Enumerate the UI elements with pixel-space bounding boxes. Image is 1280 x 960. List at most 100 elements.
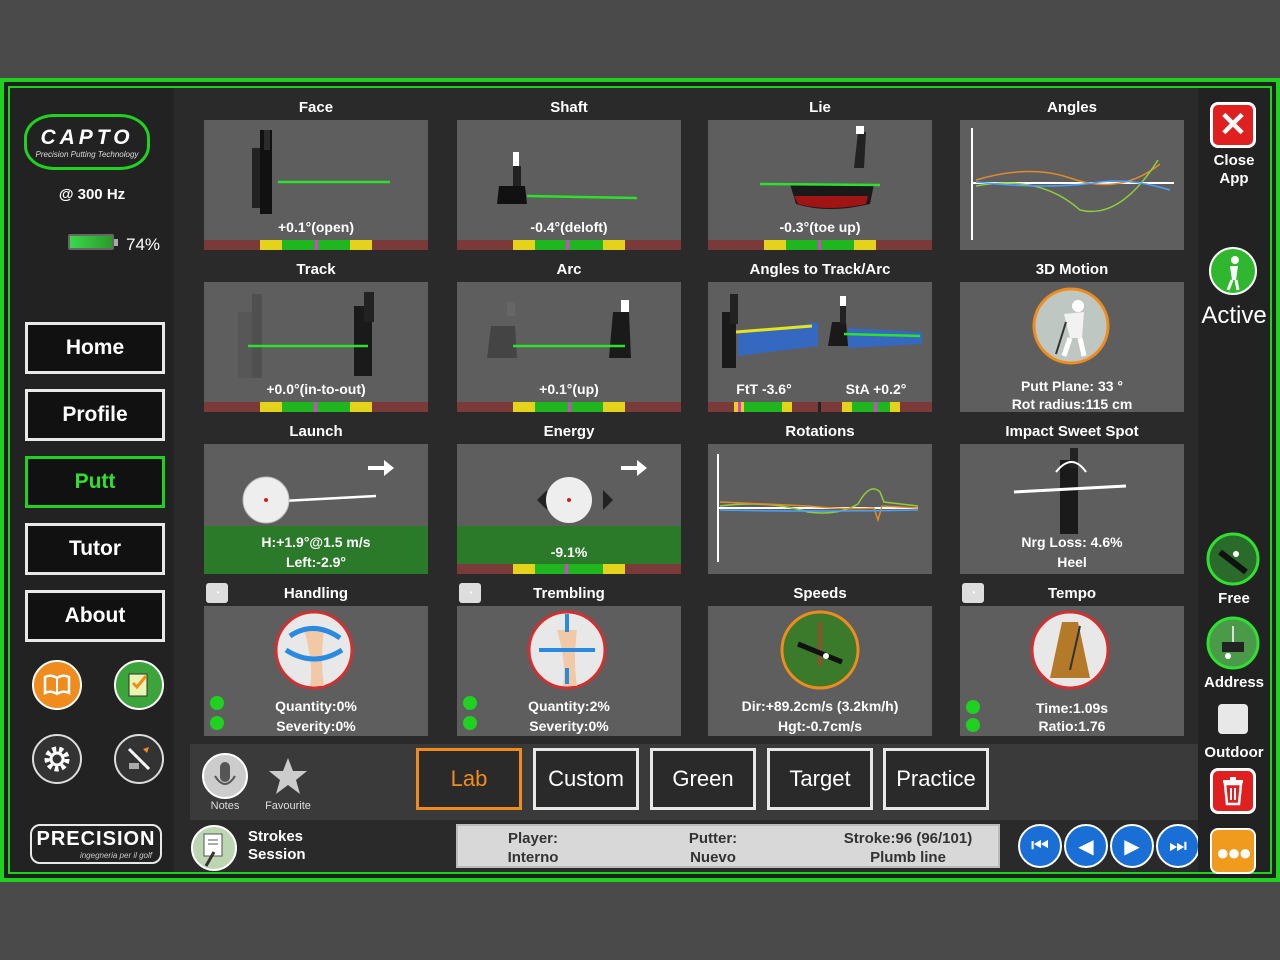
tempo-time: Time:1.09s (1035, 700, 1109, 716)
panel-title: Shaft (457, 94, 681, 120)
putter-value: Nuevo (690, 849, 736, 866)
brand-name: PRECISION (36, 828, 156, 850)
calibration-tool-icon[interactable] (114, 734, 164, 784)
nav-profile-button[interactable]: Profile (25, 389, 165, 441)
trembling-hands-icon (527, 610, 607, 690)
stroke-info: Stroke:96 (96/101) Plumb line (828, 829, 988, 867)
putt-plane-value: Putt Plane: 33 ° (1020, 378, 1124, 394)
nav-home-button[interactable]: Home (25, 322, 165, 374)
nav-about-button[interactable]: About (25, 590, 165, 642)
panel-body: Nrg Loss: 4.6% Heel (960, 444, 1184, 574)
trembling-quantity: Quantity:2% (528, 698, 610, 714)
gauge-icon[interactable]: ◔ (459, 583, 481, 603)
impact-location-value: Heel (1057, 554, 1087, 570)
stroke-type: Plumb line (870, 849, 946, 866)
tab-lab[interactable]: Lab (416, 748, 522, 810)
book-icon[interactable] (32, 660, 82, 710)
address-mode-icon[interactable] (1206, 616, 1260, 670)
gauge-icon[interactable]: ◔ (962, 583, 984, 603)
panel-angles-to-track-arc[interactable]: Angles to Track/Arc FtT -3.6° StA +0.2° (708, 256, 932, 412)
panel-track[interactable]: Track +0.0°(in-to-out) (204, 256, 428, 412)
favourite-button[interactable]: Favourite (264, 752, 312, 812)
panel-rotations[interactable]: Rotations (708, 418, 932, 574)
frequency-label: @ 300 Hz (58, 186, 126, 203)
panel-body (708, 444, 932, 574)
panel-body: -0.3°(toe up) (708, 120, 932, 250)
shaft-tolerance-bar (457, 240, 681, 250)
panel-body: Quantity:2% Severity:0% (457, 606, 681, 736)
panel-body: Putt Plane: 33 ° Rot radius:115 cm (960, 282, 1184, 412)
putter-info: Putter: Nuevo (658, 829, 768, 867)
face-value: +0.1°(open) (277, 219, 354, 235)
first-stroke-button[interactable]: ⏮ (1018, 824, 1062, 868)
nav-tutor-button[interactable]: Tutor (25, 523, 165, 575)
rotations-graph (717, 454, 919, 562)
strokes-session-icon[interactable] (190, 824, 238, 872)
outdoor-label: Outdoor (1204, 744, 1264, 761)
tab-green[interactable]: Green (650, 748, 756, 810)
address-label: Address (1203, 674, 1265, 691)
nav-putt-button[interactable]: Putt (25, 456, 165, 508)
panel-tempo[interactable]: Tempo ◔ Time:1.09s Ratio:1.76 (960, 580, 1184, 736)
track-value: +0.0°(in-to-out) (266, 381, 366, 397)
panel-body: +0.1°(open) (204, 120, 428, 250)
settings-gear-icon[interactable] (32, 734, 82, 784)
panel-3d-motion[interactable]: 3D Motion Putt Plane: 33 ° Rot radius:11… (960, 256, 1184, 412)
panel-trembling[interactable]: Trembling ◔ Quantity:2% Severity:0% (457, 580, 681, 736)
angles-graph (971, 128, 1174, 240)
star-icon (269, 758, 307, 794)
panel-shaft[interactable]: Shaft -0.4°(deloft) (457, 94, 681, 250)
gauge-icon[interactable]: ◔ (206, 583, 228, 603)
free-label: Free (1218, 590, 1250, 607)
more-options-button[interactable]: ●●● (1210, 828, 1256, 874)
speed-direction: Dir:+89.2cm/s (3.2km/h) (741, 698, 899, 714)
next-icon: ▶ (1124, 835, 1140, 858)
tempo-ratio: Ratio:1.76 (1038, 718, 1106, 734)
stroke-info-panel: Player: Interno Putter: Nuevo Stroke:96 (9… (456, 824, 1000, 868)
active-golfer-icon[interactable] (1208, 246, 1258, 296)
panel-title: Tempo (960, 580, 1184, 606)
panel-lie[interactable]: Lie -0.3°(toe up) (708, 94, 932, 250)
panel-launch[interactable]: Launch H:+1.9°@1.5 m/s Left:-2.9° (204, 418, 428, 574)
close-app-label: Close App (1198, 152, 1270, 188)
panel-title: Face (204, 94, 428, 120)
panel-arc[interactable]: Arc +0.1°(up) (457, 256, 681, 412)
last-stroke-button[interactable]: ⏭ (1156, 824, 1200, 868)
panel-impact-sweet-spot[interactable]: Impact Sweet Spot Nrg Loss: 4.6% Heel (960, 418, 1184, 574)
panel-energy[interactable]: Energy -9.1% (457, 418, 681, 574)
strokes-label: Strokes (248, 828, 304, 845)
ftt-value: FtT -3.6° (736, 381, 792, 397)
skip-forward-icon: ⏭ (1169, 834, 1187, 857)
prev-stroke-button[interactable]: ◀ (1064, 824, 1108, 868)
panel-angles[interactable]: Angles (960, 94, 1184, 250)
panel-speeds[interactable]: Speeds Dir:+89.2cm/s (3.2km/h) Hgt:-0.7c… (708, 580, 932, 736)
logo-subtitle: Precision Putting Technology (35, 149, 139, 159)
outdoor-checkbox[interactable] (1218, 704, 1248, 734)
panel-body: -9.1% (457, 444, 681, 574)
next-stroke-button[interactable]: ▶ (1110, 824, 1154, 868)
logo-title: CAPTO (40, 125, 134, 149)
close-app-button[interactable]: ✕ (1210, 102, 1256, 148)
panel-title: Energy (457, 418, 681, 444)
track-tolerance-bar (204, 402, 428, 412)
strokes-session-label[interactable]: Strokes Session (248, 828, 306, 864)
session-label: Session (248, 846, 306, 863)
active-label: Active (1201, 302, 1267, 329)
panel-body: Dir:+89.2cm/s (3.2km/h) Hgt:-0.7cm/s (708, 606, 932, 736)
panel-body: +0.1°(up) (457, 282, 681, 412)
notes-button[interactable]: Notes (200, 752, 250, 812)
tab-custom[interactable]: Custom (533, 748, 639, 810)
energy-value: -9.1% (550, 544, 588, 560)
trembling-severity: Severity:0% (529, 718, 609, 734)
tab-practice[interactable]: Practice (883, 748, 989, 810)
tab-target[interactable]: Target (767, 748, 873, 810)
panel-body: -0.4°(deloft) (457, 120, 681, 250)
panel-handling[interactable]: Handling ◔ Quantity:0% Severity:0% (204, 580, 428, 736)
delete-button[interactable] (1210, 768, 1256, 814)
panel-title: Impact Sweet Spot (960, 418, 1184, 444)
panel-face[interactable]: Face +0.1°(open) (204, 94, 428, 250)
free-mode-icon[interactable] (1206, 532, 1260, 586)
sta-value: StA +0.2° (845, 381, 907, 397)
scorecard-icon[interactable] (114, 660, 164, 710)
panel-title: Rotations (708, 418, 932, 444)
